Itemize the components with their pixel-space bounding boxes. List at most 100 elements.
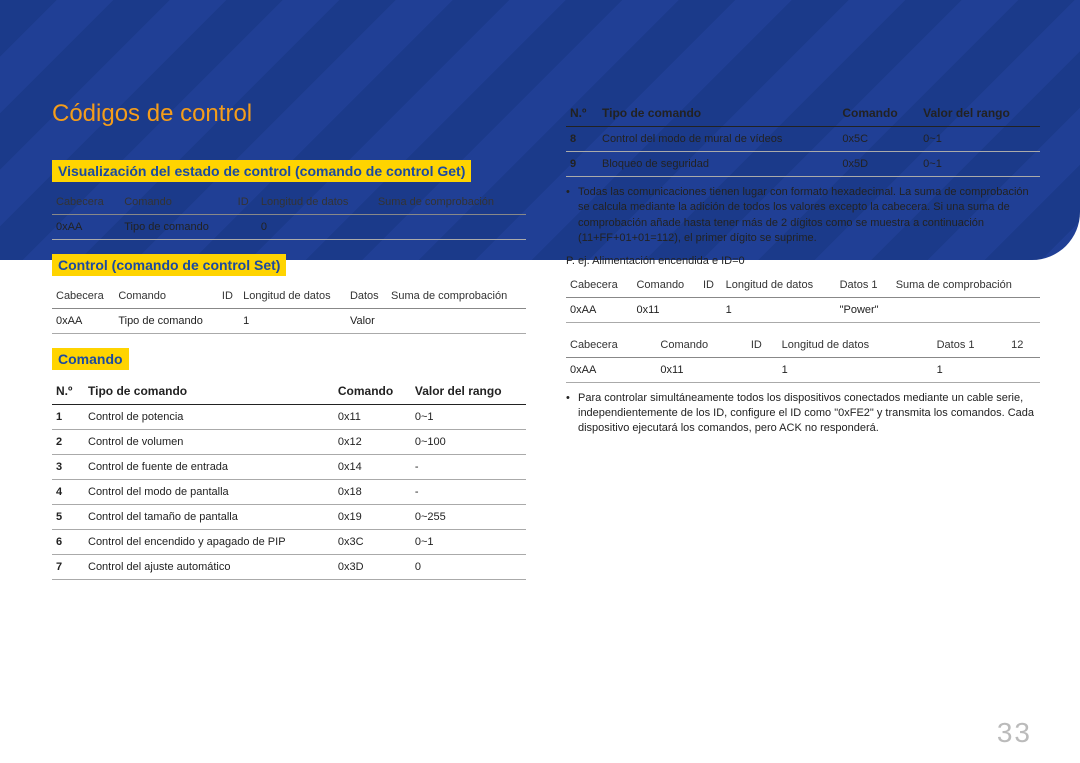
td	[234, 215, 257, 240]
cmd-range: 0~100	[411, 430, 526, 455]
td: Tipo de comando	[120, 215, 233, 240]
th: Longitud de datos	[239, 284, 346, 309]
cmd-code: 0x14	[334, 455, 411, 480]
example-label: P. ej. Alimentación encendida e ID=0	[566, 255, 1040, 267]
cmd-code: 0x3D	[334, 555, 411, 580]
cmd-no: 7	[52, 555, 84, 580]
th: Datos	[346, 284, 387, 309]
td	[892, 297, 1040, 322]
cmd-code: 0x5D	[838, 152, 919, 177]
td	[699, 297, 722, 322]
section-set-title: Control (comando de control Set)	[52, 254, 286, 276]
set-packet-table: Cabecera Comando ID Longitud de datos Da…	[52, 284, 526, 334]
cmd-tipo: Control del modo de pantalla	[84, 480, 334, 505]
table-row: 8Control del modo de mural de vídeos0x5C…	[566, 127, 1040, 152]
td	[374, 215, 526, 240]
get-packet-table: Cabecera Comando ID Longitud de datos Su…	[52, 190, 526, 240]
td: 0x11	[632, 297, 698, 322]
th: Datos 1	[836, 273, 892, 298]
th: Comando	[120, 190, 233, 215]
td: 0xAA	[566, 357, 656, 382]
cmd-range: 0~1	[411, 405, 526, 430]
cmd-code: 0x19	[334, 505, 411, 530]
th-cmd: Comando	[334, 378, 411, 405]
th-no: N.º	[566, 100, 598, 127]
cmd-code: 0x12	[334, 430, 411, 455]
th: Longitud de datos	[722, 273, 836, 298]
note-hex: Todas las comunicaciones tienen lugar co…	[566, 185, 1040, 247]
cmd-range: 0	[411, 555, 526, 580]
cmd-no: 2	[52, 430, 84, 455]
cmd-no: 6	[52, 530, 84, 555]
td: 1	[933, 357, 1008, 382]
td: 1	[778, 357, 933, 382]
page-title: Códigos de control	[52, 100, 526, 128]
th: Suma de comprobación	[374, 190, 526, 215]
td	[218, 309, 239, 334]
th-rango: Valor del rango	[411, 378, 526, 405]
cmd-no: 5	[52, 505, 84, 530]
table-row: 3Control de fuente de entrada0x14-	[52, 455, 526, 480]
section-cmd-title: Comando	[52, 348, 129, 370]
cmd-range: 0~255	[411, 505, 526, 530]
table-row: 9Bloqueo de seguridad0x5D0~1	[566, 152, 1040, 177]
cmd-tipo: Control del tamaño de pantalla	[84, 505, 334, 530]
td	[747, 357, 778, 382]
td: 0xAA	[52, 309, 114, 334]
th: Comando	[114, 284, 218, 309]
th: Suma de comprobación	[387, 284, 526, 309]
table-row: 5Control del tamaño de pantalla0x190~255	[52, 505, 526, 530]
th: Suma de comprobación	[892, 273, 1040, 298]
th: Comando	[632, 273, 698, 298]
th: ID	[747, 333, 778, 358]
example-table-2: Cabecera Comando ID Longitud de datos Da…	[566, 333, 1040, 383]
cmd-tipo: Bloqueo de seguridad	[598, 152, 838, 177]
td: Valor	[346, 309, 387, 334]
cmd-range: -	[411, 480, 526, 505]
cmd-tipo: Control de fuente de entrada	[84, 455, 334, 480]
td: 0xAA	[52, 215, 120, 240]
right-column: N.º Tipo de comando Comando Valor del ra…	[566, 0, 1040, 580]
th: Cabecera	[566, 333, 656, 358]
th: Cabecera	[52, 190, 120, 215]
cmd-tipo: Control del ajuste automático	[84, 555, 334, 580]
td: 0xAA	[566, 297, 632, 322]
th: Longitud de datos	[257, 190, 374, 215]
table-row: 7Control del ajuste automático0x3D0	[52, 555, 526, 580]
commands-table-right: N.º Tipo de comando Comando Valor del ra…	[566, 100, 1040, 177]
td	[387, 309, 526, 334]
cmd-range: -	[411, 455, 526, 480]
td: Tipo de comando	[114, 309, 218, 334]
cmd-range: 0~1	[411, 530, 526, 555]
cmd-code: 0x18	[334, 480, 411, 505]
th-rango: Valor del rango	[919, 100, 1040, 127]
cmd-code: 0x11	[334, 405, 411, 430]
td: 0x11	[656, 357, 746, 382]
th-tipo: Tipo de comando	[84, 378, 334, 405]
table-row: 1Control de potencia0x110~1	[52, 405, 526, 430]
th: Cabecera	[52, 284, 114, 309]
th: ID	[234, 190, 257, 215]
note-broadcast: Para controlar simultáneamente todos los…	[566, 391, 1040, 437]
page-content: Códigos de control Visualización del est…	[0, 0, 1080, 580]
th: 12	[1007, 333, 1040, 358]
commands-table-left: N.º Tipo de comando Comando Valor del ra…	[52, 378, 526, 580]
cmd-tipo: Control de volumen	[84, 430, 334, 455]
cmd-range: 0~1	[919, 127, 1040, 152]
cmd-tipo: Control del modo de mural de vídeos	[598, 127, 838, 152]
cmd-no: 1	[52, 405, 84, 430]
cmd-no: 3	[52, 455, 84, 480]
th: ID	[699, 273, 722, 298]
th-cmd: Comando	[838, 100, 919, 127]
th: Comando	[656, 333, 746, 358]
left-column: Códigos de control Visualización del est…	[52, 0, 526, 580]
th-tipo: Tipo de comando	[598, 100, 838, 127]
cmd-code: 0x3C	[334, 530, 411, 555]
th: Datos 1	[933, 333, 1008, 358]
cmd-tipo: Control de potencia	[84, 405, 334, 430]
td: "Power"	[836, 297, 892, 322]
table-row: 4Control del modo de pantalla0x18-	[52, 480, 526, 505]
cmd-range: 0~1	[919, 152, 1040, 177]
section-get-title: Visualización del estado de control (com…	[52, 160, 471, 182]
cmd-no: 9	[566, 152, 598, 177]
